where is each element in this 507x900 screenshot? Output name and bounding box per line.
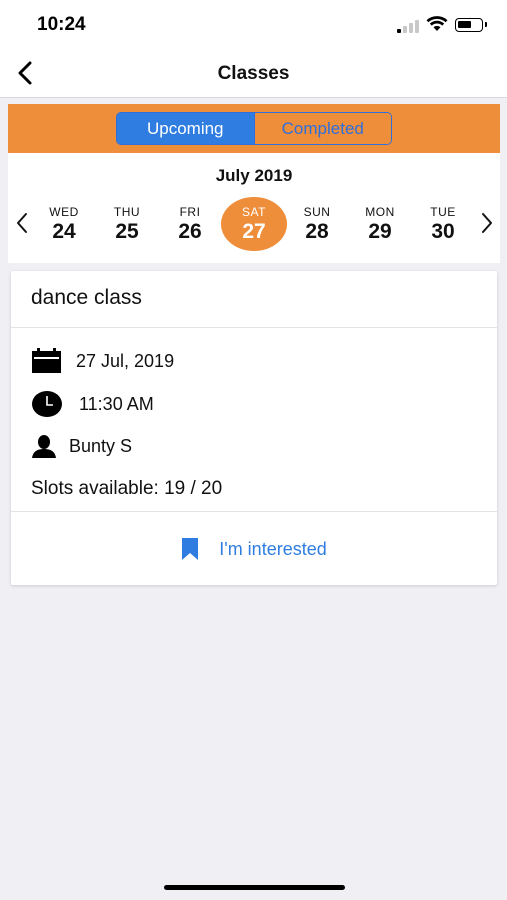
month-label: July 2019 [215,166,293,185]
calendar-day[interactable]: SUN 28 [285,197,349,251]
time-row: 11:30 AM [31,390,154,418]
class-date: 27 Jul, 2019 [76,350,175,371]
divider [11,327,497,328]
day-number: 25 [115,220,139,243]
calendar-day[interactable]: THU 25 [95,197,159,251]
date-row: 27 Jul, 2019 [31,348,174,374]
tab-completed[interactable]: Completed [253,113,391,144]
day-number: 24 [52,220,76,243]
calendar-icon [32,348,61,373]
person-icon [32,435,56,458]
calendar-day[interactable]: MON 29 [348,197,412,251]
status-bar: 10:24 [0,0,507,50]
previous-week-button[interactable] [12,209,32,237]
day-of-week: WED [49,205,79,219]
day-number: 26 [178,220,202,243]
tab-upcoming[interactable]: Upcoming [117,113,254,144]
status-time: 10:24 [37,14,86,35]
navigation-bar: Classes [0,50,507,98]
day-number: 29 [368,220,392,243]
calendar-day-selected[interactable]: SAT 27 [221,197,287,251]
day-number: 30 [431,220,455,243]
chevron-right-icon [482,213,492,233]
next-week-button[interactable] [477,209,497,237]
bookmark-icon [182,538,199,560]
day-number: 28 [305,220,329,243]
home-indicator [164,885,345,890]
cellular-signal-icon [397,19,421,33]
day-of-week: THU [113,205,141,219]
instructor-name: Bunty S [69,435,133,456]
wifi-icon [426,16,448,31]
calendar-strip: July 2019 WED 24 THU 25 FRI 26 SAT 27 SU… [8,153,500,263]
page-title: Classes [217,63,290,84]
day-of-week: MON [365,205,395,219]
day-of-week: SUN [303,205,331,219]
class-name: dance class [31,286,142,309]
interested-button[interactable]: I'm interested [11,529,497,569]
slots-available: Slots available: 19 / 20 [31,478,223,499]
instructor-row: Bunty S [31,434,132,458]
class-card: dance class 27 Jul, 2019 11:30 AM Bunty … [11,271,497,585]
interested-label: I'm interested [219,538,327,559]
day-of-week: TUE [430,205,456,219]
calendar-day[interactable]: TUE 30 [411,197,475,251]
day-number: 27 [242,220,266,243]
segmented-control: Upcoming Completed [116,112,392,145]
battery-icon [455,18,487,32]
class-time: 11:30 AM [79,393,154,414]
chevron-left-icon [17,213,27,233]
clock-icon [32,391,62,417]
day-of-week: SAT [242,205,266,219]
segment-band: Upcoming Completed [8,104,500,153]
day-of-week: FRI [179,205,201,219]
calendar-day[interactable]: WED 24 [32,197,96,251]
calendar-day[interactable]: FRI 26 [158,197,222,251]
divider [11,511,497,512]
